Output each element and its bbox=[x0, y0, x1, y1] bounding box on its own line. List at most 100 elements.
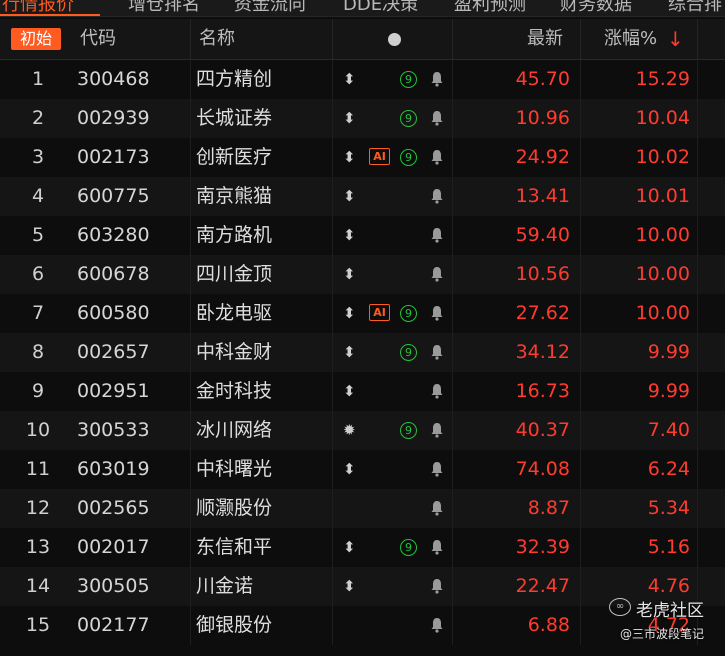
header-divider bbox=[332, 19, 333, 59]
nine-badge-icon[interactable]: 9 bbox=[400, 71, 417, 88]
table-row[interactable]: 10 300533 冰川网络 ✹ 9 40.37 7.40 bbox=[0, 411, 725, 450]
tab-composite-rank[interactable]: 综合排 bbox=[668, 0, 722, 16]
bell-icon-glyph bbox=[431, 423, 443, 438]
up-down-arrow-icon[interactable]: ⬍ bbox=[343, 255, 356, 294]
tab-fund-flow[interactable]: 资金流向 bbox=[234, 0, 306, 16]
stock-name: 长城证券 bbox=[196, 107, 273, 129]
change-percent: 10.04 bbox=[635, 107, 690, 129]
stock-name: 顺灏股份 bbox=[196, 497, 273, 519]
table-row[interactable]: 5 603280 南方路机 ⬍ 59.40 10.00 bbox=[0, 216, 725, 255]
header-name[interactable]: 名称 bbox=[199, 19, 235, 59]
column-divider bbox=[580, 411, 581, 450]
table-row[interactable]: 4 600775 南京熊猫 ⬍ 13.41 10.01 bbox=[0, 177, 725, 216]
column-divider bbox=[452, 99, 453, 138]
table-row[interactable]: 9 002951 金时科技 ⬍ 16.73 9.99 bbox=[0, 372, 725, 411]
table-row[interactable]: 7 600580 卧龙电驱 ⬍ AI 9 27.62 10.00 bbox=[0, 294, 725, 333]
table-row[interactable]: 2 002939 长城证券 ⬍ 9 10.96 10.04 bbox=[0, 99, 725, 138]
up-down-arrow-icon[interactable]: ⬍ bbox=[343, 528, 356, 567]
table-row[interactable]: 8 002657 中科金财 ⬍ 9 34.12 9.99 bbox=[0, 333, 725, 372]
column-divider bbox=[452, 372, 453, 411]
header-change[interactable]: 涨幅% bbox=[604, 19, 657, 59]
table-row[interactable]: 3 002173 创新医疗 ⬍ AI 9 24.92 10.02 bbox=[0, 138, 725, 177]
column-divider bbox=[580, 372, 581, 411]
tab-profit-forecast[interactable]: 盈利预测 bbox=[454, 0, 526, 16]
header-price[interactable]: 最新 bbox=[527, 19, 563, 59]
change-percent: 6.24 bbox=[647, 458, 690, 480]
stock-name: 金时科技 bbox=[196, 380, 273, 402]
latest-price: 27.62 bbox=[515, 302, 570, 324]
up-down-arrow-icon[interactable]: ⬍ bbox=[343, 60, 356, 99]
up-down-arrow-icon[interactable]: ⬍ bbox=[343, 138, 356, 177]
nine-badge-icon[interactable]: 9 bbox=[400, 539, 417, 556]
header-code[interactable]: 代码 bbox=[80, 19, 116, 59]
up-down-arrow-icon[interactable]: ⬍ bbox=[343, 333, 356, 372]
table-row[interactable]: 6 600678 四川金顶 ⬍ 10.56 10.00 bbox=[0, 255, 725, 294]
nine-badge-icon[interactable]: 9 bbox=[400, 422, 417, 439]
column-divider bbox=[190, 450, 191, 489]
column-divider bbox=[697, 255, 698, 294]
up-down-arrow-icon[interactable]: ⬍ bbox=[343, 99, 356, 138]
table-row[interactable]: 11 603019 中科曙光 ⬍ 74.08 6.24 bbox=[0, 450, 725, 489]
column-divider bbox=[452, 606, 453, 645]
column-divider bbox=[332, 528, 333, 567]
column-divider bbox=[580, 333, 581, 372]
column-divider bbox=[580, 99, 581, 138]
up-down-arrow-icon[interactable]: ⬍ bbox=[343, 216, 356, 255]
column-divider bbox=[697, 489, 698, 528]
up-down-arrow-icon[interactable]: ⬍ bbox=[343, 177, 356, 216]
column-divider bbox=[452, 411, 453, 450]
column-divider bbox=[332, 216, 333, 255]
row-number: 5 bbox=[31, 224, 45, 246]
up-down-arrow-icon[interactable]: ⬍ bbox=[343, 567, 356, 606]
up-down-arrow-icon[interactable]: ⬍ bbox=[343, 372, 356, 411]
column-divider bbox=[580, 60, 581, 99]
bell-icon[interactable] bbox=[430, 617, 444, 656]
sort-down-arrow-icon[interactable]: ↓ bbox=[667, 19, 684, 59]
watermark-title: 老虎社区 bbox=[636, 601, 704, 621]
column-divider bbox=[190, 411, 191, 450]
column-divider bbox=[452, 294, 453, 333]
tab-financial-data[interactable]: 财务数据 bbox=[560, 0, 632, 16]
tab-dde[interactable]: DDE决策 bbox=[343, 0, 418, 16]
latest-price: 10.56 bbox=[515, 263, 570, 285]
column-divider bbox=[190, 99, 191, 138]
row-number: 7 bbox=[31, 302, 45, 324]
bell-icon-glyph bbox=[431, 228, 443, 243]
ai-badge-icon[interactable]: AI bbox=[369, 304, 390, 321]
column-divider bbox=[697, 99, 698, 138]
stock-name: 四川金顶 bbox=[196, 263, 273, 285]
up-down-arrow-icon[interactable]: ⬍ bbox=[343, 294, 356, 333]
stock-name: 南方路机 bbox=[196, 224, 273, 246]
column-divider bbox=[452, 216, 453, 255]
stock-name: 中科金财 bbox=[196, 341, 273, 363]
table-row[interactable]: 13 002017 东信和平 ⬍ 9 32.39 5.16 bbox=[0, 528, 725, 567]
table-row[interactable]: 12 002565 顺灏股份 8.87 5.34 bbox=[0, 489, 725, 528]
column-divider bbox=[332, 489, 333, 528]
tab-position-rank[interactable]: 增仓排名 bbox=[128, 0, 200, 16]
header-divider bbox=[580, 19, 581, 59]
nine-badge-icon[interactable]: 9 bbox=[400, 344, 417, 361]
column-divider bbox=[580, 138, 581, 177]
stock-name: 南京熊猫 bbox=[196, 185, 273, 207]
column-divider bbox=[697, 294, 698, 333]
bell-icon-glyph bbox=[431, 540, 443, 555]
column-divider bbox=[697, 411, 698, 450]
stock-name: 卧龙电驱 bbox=[196, 302, 273, 324]
table-row[interactable]: 1 300468 四方精创 ⬍ 9 45.70 15.29 bbox=[0, 60, 725, 99]
nine-badge-icon[interactable]: 9 bbox=[400, 110, 417, 127]
nine-badge-icon[interactable]: 9 bbox=[400, 149, 417, 166]
nine-badge-icon[interactable]: 9 bbox=[400, 305, 417, 322]
column-divider bbox=[697, 60, 698, 99]
active-tab-underline bbox=[0, 14, 100, 16]
starburst-icon[interactable]: ✹ bbox=[343, 411, 356, 450]
up-down-arrow-icon[interactable]: ⬍ bbox=[343, 450, 356, 489]
column-divider bbox=[580, 450, 581, 489]
stock-name: 创新医疗 bbox=[196, 146, 273, 168]
stock-code: 002565 bbox=[77, 497, 150, 519]
stock-name: 御银股份 bbox=[196, 614, 273, 636]
reset-button[interactable]: 初始 bbox=[11, 28, 61, 50]
column-divider bbox=[580, 294, 581, 333]
ai-badge-icon[interactable]: AI bbox=[369, 148, 390, 165]
dot-icon[interactable] bbox=[388, 33, 401, 46]
row-number: 1 bbox=[31, 68, 45, 90]
